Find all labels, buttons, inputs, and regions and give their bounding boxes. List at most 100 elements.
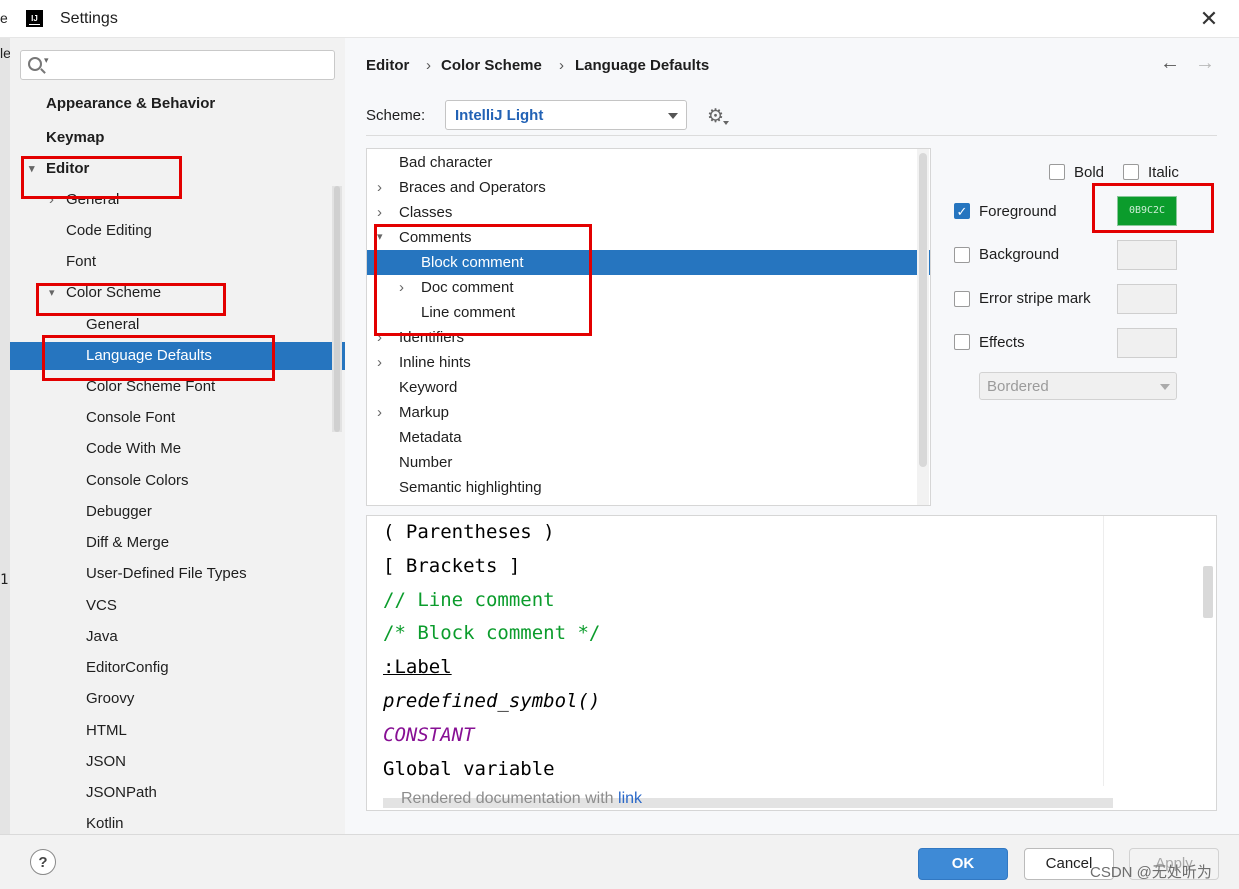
chevron-down-icon (1160, 384, 1170, 390)
sidebar-item[interactable]: Code Editing (10, 217, 345, 245)
sidebar-item-label: Code Editing (66, 222, 152, 239)
italic-checkbox[interactable] (1123, 164, 1139, 180)
tree-row-label: Number (399, 454, 453, 471)
close-icon[interactable]: ✕ (1196, 6, 1222, 32)
background-label: Background (979, 246, 1060, 263)
sidebar-item[interactable]: VCS (10, 592, 345, 620)
error-stripe-checkbox[interactable] (954, 291, 970, 307)
tree-row[interactable]: Semantic highlighting (367, 475, 930, 500)
dialog-footer: ? OK Cancel Apply CSDN @无处听为 (0, 834, 1239, 889)
chevron-down-icon (668, 113, 678, 119)
background-checkbox[interactable] (954, 247, 970, 263)
doc-link[interactable]: link (618, 790, 642, 807)
tree-row[interactable]: Bad character (367, 150, 930, 175)
chevron-right-icon[interactable]: › (377, 350, 382, 375)
tree-row-label: Braces and Operators (399, 179, 546, 196)
tree-scrollbar-thumb[interactable] (919, 153, 927, 467)
preview-vertical-scrollbar[interactable] (1203, 566, 1213, 618)
forward-arrow-icon[interactable]: → (1195, 52, 1215, 75)
sidebar-item[interactable]: Java (10, 623, 345, 651)
preview-lines: ( Parentheses ) [ Brackets ] // Line comme… (367, 516, 1103, 786)
scheme-dropdown-value: IntelliJ Light (455, 107, 544, 124)
effects-checkbox[interactable] (954, 334, 970, 350)
effects-style-dropdown[interactable]: Bordered (979, 372, 1177, 400)
chevron-right-icon[interactable]: › (377, 175, 382, 200)
breadcrumb-language-defaults: Language Defaults (575, 57, 710, 74)
ok-button[interactable]: OK (918, 848, 1008, 880)
foreground-checkbox[interactable]: ✓ (954, 203, 970, 219)
sidebar-item[interactable]: HTML (10, 717, 345, 745)
search-icon (28, 57, 42, 71)
annotation-box-language-defaults (42, 335, 275, 381)
background-window-edge (0, 38, 10, 889)
tree-row-label: Semantic highlighting (399, 479, 542, 496)
background-color-swatch[interactable] (1117, 240, 1177, 270)
sidebar-item-label: Font (66, 253, 97, 270)
tree-row-label: Metadata (399, 429, 462, 446)
sidebar-item[interactable]: Diff & Merge (10, 529, 345, 557)
tree-row-label: Classes (399, 204, 453, 221)
sidebar-item-label: JSONPath (86, 784, 157, 801)
effects-label: Effects (979, 334, 1025, 351)
background-window-text: e (0, 10, 8, 26)
chevron-right-icon[interactable]: › (377, 200, 382, 225)
window-title: Settings (60, 10, 118, 27)
breadcrumb-separator: › (426, 57, 431, 74)
help-icon[interactable]: ? (30, 849, 56, 875)
sidebar-item[interactable]: JSON (10, 748, 345, 776)
sidebar-item-label: Diff & Merge (86, 534, 170, 551)
tree-row[interactable]: Number (367, 450, 930, 475)
breadcrumb-separator: › (559, 57, 564, 74)
sidebar-item[interactable]: User-Defined File Types (10, 560, 345, 588)
sidebar-item[interactable]: Groovy (10, 685, 345, 713)
sidebar-item[interactable]: Console Font (10, 404, 345, 432)
preview-code-line: ( Parentheses ) (383, 521, 555, 543)
effects-color-swatch[interactable] (1117, 328, 1177, 358)
sidebar-tree: Appearance & Behavior Keymap ▾ Editor › Gener… (10, 90, 345, 834)
title-bar: IJ Settings ✕ (0, 0, 1239, 38)
breadcrumb-color-scheme[interactable]: Color Scheme (441, 57, 542, 74)
rendered-doc-text: Rendered documentation with link (401, 790, 643, 807)
divider (366, 135, 1217, 136)
back-arrow-icon[interactable]: ← (1160, 52, 1180, 75)
code-preview[interactable]: ( Parentheses ) [ Brackets ] // Line comme… (366, 515, 1217, 811)
sidebar-item[interactable]: Debugger (10, 498, 345, 526)
preview-right-margin (1103, 516, 1104, 786)
sidebar-item[interactable]: Appearance & Behavior (10, 90, 345, 118)
tree-row[interactable]: › Braces and Operators (367, 175, 930, 200)
scheme-dropdown[interactable]: IntelliJ Light (445, 100, 687, 130)
error-stripe-color-swatch[interactable] (1117, 284, 1177, 314)
italic-label: Italic (1148, 164, 1179, 181)
sidebar-item-label: Debugger (86, 503, 152, 520)
breadcrumb-editor[interactable]: Editor (366, 57, 409, 74)
sidebar-item-label: Code With Me (86, 440, 182, 457)
sidebar-item[interactable]: Code With Me (10, 435, 345, 463)
tree-row[interactable]: Keyword (367, 375, 930, 400)
preview-code-line: [ Brackets ] (383, 554, 521, 577)
settings-search-input[interactable]: ▾ (20, 50, 335, 80)
tree-row[interactable]: › Markup (367, 400, 930, 425)
chevron-right-icon[interactable]: › (377, 400, 382, 425)
sidebar-item[interactable]: JSONPath (10, 779, 345, 807)
sidebar-scrollbar-thumb[interactable] (334, 186, 340, 432)
search-history-icon[interactable]: ▾ (44, 55, 49, 66)
sidebar-item[interactable]: Kotlin (10, 810, 345, 834)
sidebar-item-label: Groovy (86, 690, 135, 707)
tree-row[interactable]: › Classes (367, 200, 930, 225)
bold-label: Bold (1074, 164, 1105, 181)
sidebar-item-label: Keymap (46, 129, 105, 146)
preview-code-line: predefined_symbol() (383, 690, 601, 712)
gear-menu-caret-icon (723, 121, 729, 125)
gear-icon[interactable]: ⚙ (707, 105, 724, 128)
sidebar-item[interactable]: Font (10, 248, 345, 276)
tree-row[interactable]: Metadata (367, 425, 930, 450)
preview-code-line: /* Block comment */ (383, 622, 601, 645)
bold-checkbox[interactable] (1049, 164, 1065, 180)
annotation-box-comments (374, 224, 592, 336)
sidebar-item[interactable]: EditorConfig (10, 654, 345, 682)
tree-row[interactable]: › Inline hints (367, 350, 930, 375)
preview-code-line: Global variable (383, 757, 555, 780)
sidebar-item-label: Console Font (86, 409, 176, 426)
sidebar-item[interactable]: Console Colors (10, 467, 345, 495)
sidebar-item[interactable]: Keymap (10, 124, 345, 152)
